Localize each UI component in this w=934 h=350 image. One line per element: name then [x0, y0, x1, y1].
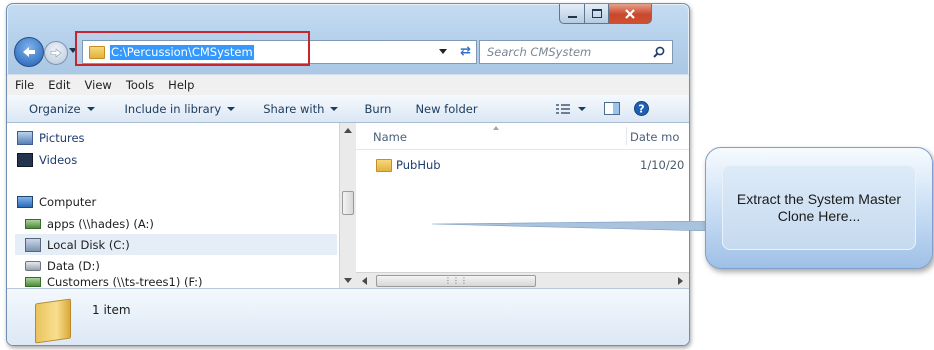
chevron-down-icon: [330, 106, 339, 111]
drive-icon: [25, 260, 41, 271]
nav-item-label: Pictures: [39, 130, 85, 145]
file-list-pane[interactable]: Name Date mo PubHub 1/10/201 ⋮⋮⋮: [356, 123, 689, 289]
burn-button[interactable]: Burn: [364, 102, 391, 116]
organize-button[interactable]: Organize: [29, 102, 95, 116]
preview-pane-icon: [603, 102, 620, 115]
file-row[interactable]: PubHub 1/10/201: [356, 155, 689, 175]
search-icon[interactable]: [653, 46, 665, 58]
share-with-button[interactable]: Share with: [263, 101, 339, 116]
content-area: Pictures Videos Computer apps (\\hades) …: [7, 123, 689, 289]
nav-item-computer[interactable]: Computer: [17, 191, 335, 212]
callout-text: Extract the System Master Clone Here...: [722, 165, 916, 250]
forward-arrow-icon: [50, 48, 62, 58]
scroll-down-icon[interactable]: [344, 278, 352, 283]
column-header-date-modified[interactable]: Date mo: [630, 130, 685, 144]
nav-item-label: Computer: [39, 194, 97, 209]
folder-icon: [35, 298, 71, 344]
include-in-library-label: Include in library: [124, 101, 222, 116]
nav-item-label: Videos: [39, 152, 78, 167]
scroll-left-icon[interactable]: [362, 277, 367, 285]
burn-label: Burn: [364, 101, 392, 116]
command-bar: Organize Include in library Share with B…: [7, 95, 689, 123]
nav-item-local-disk[interactable]: Local Disk (C:): [15, 234, 337, 255]
nav-item-label: apps (\\hades) (A:): [47, 216, 154, 231]
network-drive-icon: [25, 218, 41, 229]
maximize-icon: [591, 9, 602, 18]
scroll-right-icon[interactable]: [678, 277, 683, 285]
network-drive-icon: [25, 277, 41, 287]
nav-item-label: Local Disk (C:): [47, 237, 130, 252]
minimize-icon: [567, 15, 577, 18]
nav-item-apps-drive[interactable]: apps (\\hades) (A:): [25, 213, 335, 234]
close-icon: [625, 8, 635, 19]
address-dropdown-icon[interactable]: [439, 49, 447, 54]
back-button[interactable]: [14, 37, 44, 67]
nav-item-videos[interactable]: Videos: [17, 149, 335, 170]
scroll-thumb[interactable]: [342, 191, 354, 215]
scroll-up-icon[interactable]: [344, 128, 352, 133]
column-header-row: Name Date mo: [356, 123, 689, 150]
refresh-icon[interactable]: ⇄: [460, 44, 471, 59]
computer-icon: [17, 195, 33, 208]
new-folder-button[interactable]: New folder: [415, 102, 477, 116]
change-view-button[interactable]: [555, 103, 586, 115]
include-in-library-button[interactable]: Include in library: [125, 102, 236, 116]
menu-edit[interactable]: Edit: [48, 78, 70, 92]
search-box[interactable]: Search CMSystem: [479, 40, 673, 64]
videos-icon: [17, 152, 33, 167]
menu-help[interactable]: Help: [168, 78, 194, 92]
search-input[interactable]: Search CMSystem: [487, 45, 653, 59]
view-list-icon: [555, 103, 570, 114]
callout-pointer: [432, 221, 710, 231]
help-icon: ?: [633, 101, 649, 116]
instruction-callout: Extract the System Master Clone Here...: [705, 147, 933, 269]
file-horizontal-scrollbar[interactable]: ⋮⋮⋮: [356, 272, 689, 289]
close-button[interactable]: [608, 4, 652, 24]
file-date: 1/10/201: [640, 158, 685, 172]
pictures-icon: [17, 130, 33, 145]
sort-ascending-icon: [493, 126, 499, 130]
address-highlight-box: [75, 31, 310, 66]
menu-file[interactable]: File: [15, 78, 34, 92]
item-count: 1 item: [92, 303, 131, 317]
column-divider[interactable]: [626, 127, 627, 145]
share-with-label: Share with: [263, 101, 325, 116]
file-name[interactable]: PubHub: [396, 158, 441, 172]
scroll-thumb[interactable]: ⋮⋮⋮: [376, 275, 536, 287]
menu-view[interactable]: View: [85, 78, 112, 92]
preview-pane-button[interactable]: [603, 102, 620, 115]
local-disk-icon: [25, 237, 41, 252]
chevron-down-icon: [227, 106, 236, 111]
nav-item-label: Data (D:): [47, 258, 100, 273]
maximize-button[interactable]: [584, 4, 609, 24]
navigation-pane[interactable]: Pictures Videos Computer apps (\\hades) …: [7, 123, 339, 289]
help-button[interactable]: ?: [633, 101, 649, 116]
new-folder-label: New folder: [415, 101, 478, 116]
column-header-name[interactable]: Name: [373, 130, 407, 144]
organize-label: Organize: [29, 101, 81, 116]
nav-item-data-drive[interactable]: Data (D:): [25, 255, 335, 276]
nav-vertical-scrollbar[interactable]: [339, 123, 356, 288]
menu-tools[interactable]: Tools: [126, 78, 154, 92]
forward-button[interactable]: [44, 41, 68, 65]
svg-text:?: ?: [638, 103, 644, 116]
minimize-button[interactable]: [559, 4, 585, 24]
menu-bar: File Edit View Tools Help: [7, 74, 689, 96]
back-arrow-icon: [23, 47, 35, 57]
nav-item-label: Customers (\\ts-trees1) (F:): [47, 275, 203, 289]
chevron-down-icon: [577, 106, 586, 111]
details-pane: 1 item: [7, 288, 689, 345]
nav-item-pictures[interactable]: Pictures: [17, 127, 335, 148]
folder-icon: [376, 158, 392, 172]
chevron-down-icon: [86, 106, 95, 111]
